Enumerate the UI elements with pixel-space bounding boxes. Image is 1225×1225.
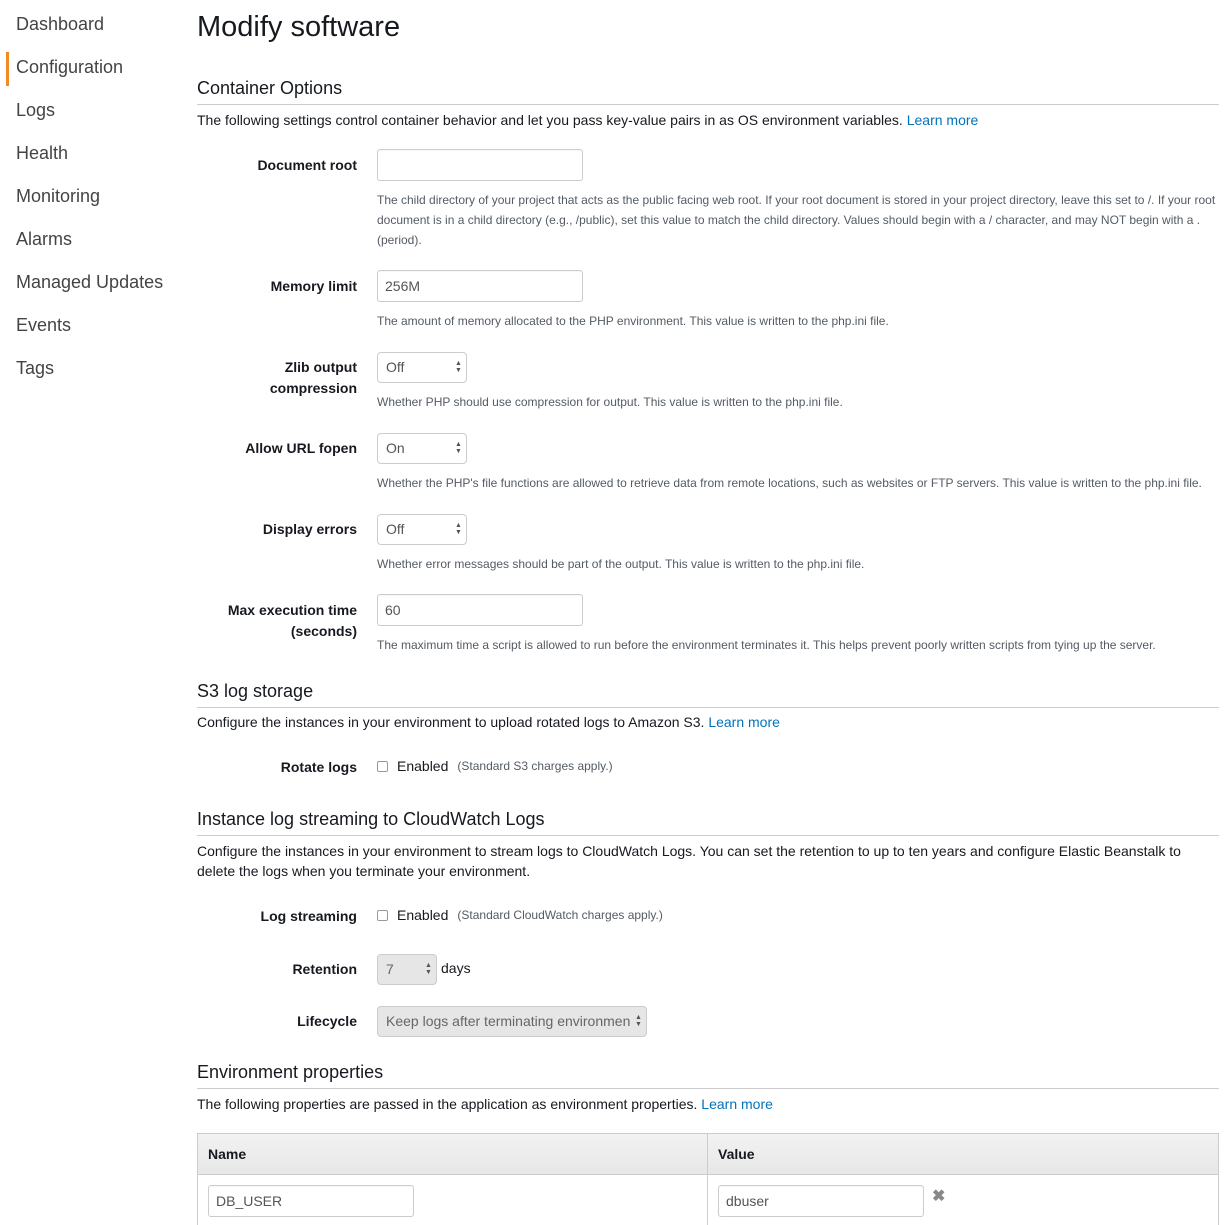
select-arrows-icon: ▲ ▼ [455,441,462,455]
sidebar-item-dashboard[interactable]: Dashboard [16,14,104,35]
log-streaming-option: Enabled (Standard CloudWatch charges app… [377,907,663,923]
rotate-logs-note: (Standard S3 charges apply.) [457,759,613,773]
memory-limit-input[interactable] [377,270,583,302]
env-property-value-input[interactable] [718,1185,924,1217]
container-options-description: The following settings control container… [197,110,1207,130]
log-streaming-note: (Standard CloudWatch charges apply.) [457,908,663,922]
lifecycle-select[interactable]: Keep logs after terminating environmen ▲… [377,1006,647,1037]
env-table-header: Name Value [198,1134,1218,1175]
rotate-logs-checkbox[interactable] [377,760,388,772]
select-arrows-icon: ▲ ▼ [455,360,462,374]
sidebar-item-health[interactable]: Health [16,143,68,164]
env-properties-learn-more-link[interactable]: Learn more [701,1096,773,1112]
sidebar-item-tags[interactable]: Tags [16,358,54,379]
select-arrows-icon: ▲ ▼ [635,1014,642,1028]
env-property-name-input[interactable] [208,1185,414,1217]
sidebar-item-alarms[interactable]: Alarms [16,229,72,250]
rotate-logs-enabled-label[interactable]: Enabled [397,758,448,774]
document-root-input[interactable] [377,149,583,181]
sidebar-item-events[interactable]: Events [16,315,71,336]
zlib-compression-value: Off [386,359,405,375]
allow-url-fopen-label: Allow URL fopen [245,440,357,456]
display-errors-help: Whether error messages should be part of… [377,557,865,571]
max-execution-label-line1: Max execution time [227,602,357,618]
log-streaming-label: Log streaming [260,908,357,924]
container-options-description-text: The following settings control container… [197,112,903,128]
section-title-environment-properties: Environment properties [197,1062,1219,1089]
memory-limit-help: The amount of memory allocated to the PH… [377,314,889,328]
retention-unit: days [441,959,471,976]
zlib-compression-select[interactable]: Off ▲ ▼ [377,352,467,383]
lifecycle-value: Keep logs after terminating environmen [386,1013,631,1029]
page-title: Modify software [197,11,401,43]
rotate-logs-label: Rotate logs [280,759,357,775]
zlib-label-line2: compression [269,380,357,396]
allow-url-fopen-select[interactable]: On ▲ ▼ [377,433,467,464]
column-header-value: Value [718,1146,755,1162]
section-title-s3-log-storage: S3 log storage [197,681,1219,708]
container-options-learn-more-link[interactable]: Learn more [907,112,979,128]
allow-url-fopen-value: On [386,440,405,456]
max-execution-time-help: The maximum time a script is allowed to … [377,638,1156,652]
zlib-compression-help: Whether PHP should use compression for o… [377,395,843,409]
cloudwatch-description: Configure the instances in your environm… [197,843,1181,879]
document-root-help: The child directory of your project that… [377,193,1216,247]
max-execution-time-label: Max execution time (seconds) [197,600,357,642]
s3-log-description-text: Configure the instances in your environm… [197,714,705,730]
sidebar-item-logs[interactable]: Logs [16,100,55,121]
display-errors-label: Display errors [262,521,357,537]
max-execution-time-input[interactable] [377,594,583,626]
section-title-container-options: Container Options [197,78,1219,105]
retention-value: 7 [386,961,394,977]
retention-label: Retention [292,961,357,977]
zlib-compression-label: Zlib output compression [197,357,357,399]
column-header-name: Name [198,1134,708,1174]
select-arrows-icon: ▲ ▼ [455,522,462,536]
allow-url-fopen-help: Whether the PHP's file functions are all… [377,476,1202,490]
select-arrows-icon: ▲ ▼ [425,962,432,976]
table-row: ✖ [198,1175,1218,1225]
display-errors-value: Off [386,521,405,537]
env-properties-description-text: The following properties are passed in t… [197,1096,698,1112]
log-streaming-checkbox[interactable] [377,909,388,921]
s3-log-description: Configure the instances in your environm… [197,712,1207,732]
sidebar-item-managed-updates[interactable]: Managed Updates [16,272,163,293]
max-execution-label-line2: (seconds) [290,623,357,639]
s3-learn-more-link[interactable]: Learn more [708,714,780,730]
display-errors-select[interactable]: Off ▲ ▼ [377,514,467,545]
sidebar-item-monitoring[interactable]: Monitoring [16,186,100,207]
env-properties-description: The following properties are passed in t… [197,1094,1207,1114]
rotate-logs-option: Enabled (Standard S3 charges apply.) [377,758,613,774]
section-title-cloudwatch: Instance log streaming to CloudWatch Log… [197,809,1219,836]
remove-icon[interactable]: ✖ [932,1186,945,1206]
document-root-label: Document root [257,157,357,173]
memory-limit-label: Memory limit [270,278,357,294]
lifecycle-label: Lifecycle [297,1013,357,1029]
log-streaming-enabled-label[interactable]: Enabled [397,907,448,923]
env-properties-table: Name Value ✖ [197,1133,1219,1225]
sidebar-item-configuration[interactable]: Configuration [5,52,123,86]
retention-select[interactable]: 7 ▲ ▼ [377,954,437,985]
zlib-label-line1: Zlib output [284,359,357,375]
